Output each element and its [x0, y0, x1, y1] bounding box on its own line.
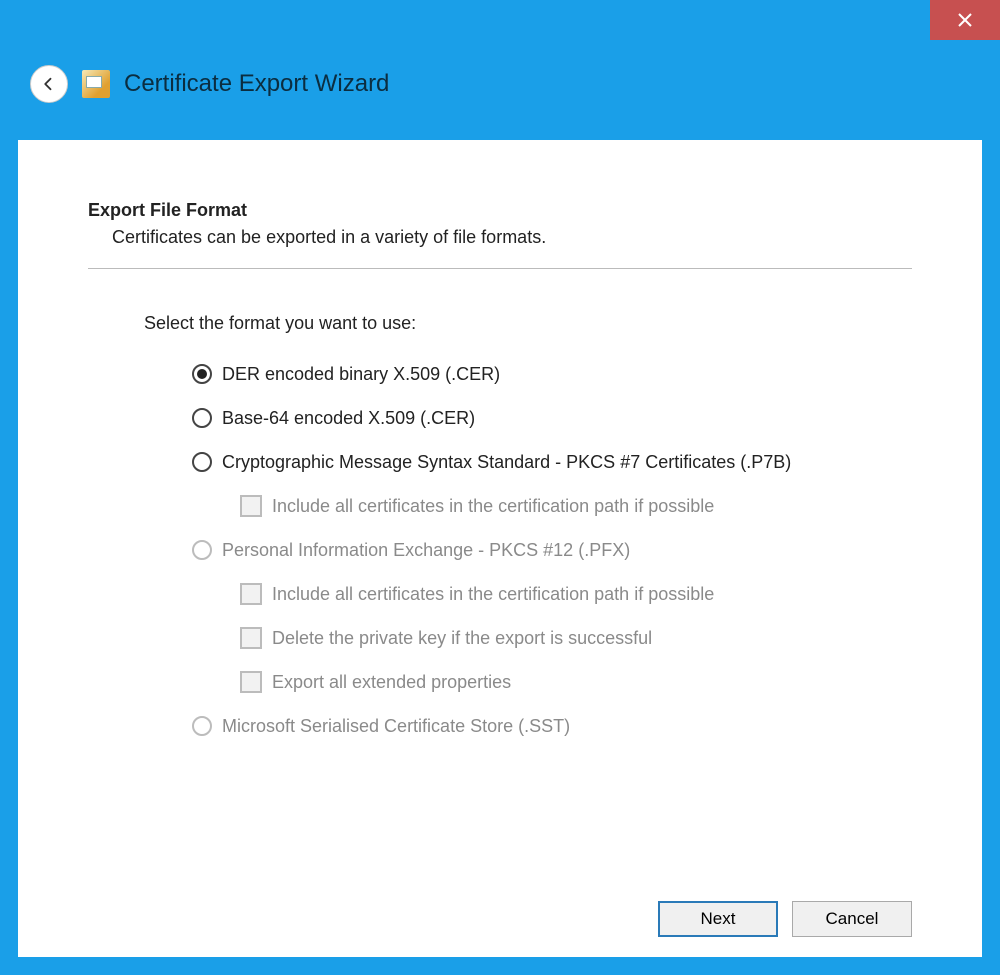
section-title: Export File Format	[88, 200, 912, 221]
back-button[interactable]	[30, 65, 68, 103]
close-icon	[957, 12, 973, 28]
radio-sst-label: Microsoft Serialised Certificate Store (…	[222, 716, 570, 737]
check-pfx-delete-key: Delete the private key if the export is …	[240, 618, 912, 658]
checkbox-icon	[240, 671, 262, 693]
back-arrow-icon	[40, 75, 58, 93]
radio-base64-label: Base-64 encoded X.509 (.CER)	[222, 408, 475, 429]
section-description: Certificates can be exported in a variet…	[112, 227, 912, 248]
check-pfx-include-path: Include all certificates in the certific…	[240, 574, 912, 614]
check-pkcs7-include-path-label: Include all certificates in the certific…	[272, 496, 714, 517]
radio-icon	[192, 540, 212, 560]
check-pfx-export-ext-label: Export all extended properties	[272, 672, 511, 693]
format-options: DER encoded binary X.509 (.CER) Base-64 …	[192, 354, 912, 746]
next-button[interactable]: Next	[658, 901, 778, 937]
checkbox-icon	[240, 583, 262, 605]
radio-pkcs7-label: Cryptographic Message Syntax Standard - …	[222, 452, 791, 473]
radio-icon	[192, 716, 212, 736]
radio-pkcs7[interactable]: Cryptographic Message Syntax Standard - …	[192, 442, 912, 482]
radio-pfx: Personal Information Exchange - PKCS #12…	[192, 530, 912, 570]
radio-der[interactable]: DER encoded binary X.509 (.CER)	[192, 354, 912, 394]
radio-icon	[192, 452, 212, 472]
format-prompt: Select the format you want to use:	[144, 313, 912, 334]
radio-base64[interactable]: Base-64 encoded X.509 (.CER)	[192, 398, 912, 438]
radio-der-label: DER encoded binary X.509 (.CER)	[222, 364, 500, 385]
radio-icon	[192, 364, 212, 384]
close-button[interactable]	[930, 0, 1000, 40]
check-pfx-export-ext: Export all extended properties	[240, 662, 912, 702]
wizard-title: Certificate Export Wizard	[124, 70, 389, 98]
wizard-window: Certificate Export Wizard Export File Fo…	[0, 0, 1000, 975]
radio-sst: Microsoft Serialised Certificate Store (…	[192, 706, 912, 746]
radio-pfx-label: Personal Information Exchange - PKCS #12…	[222, 540, 630, 561]
checkbox-icon	[240, 627, 262, 649]
header-row: Certificate Export Wizard	[0, 50, 1000, 128]
certificate-wizard-icon	[82, 70, 110, 98]
radio-icon	[192, 408, 212, 428]
divider	[88, 268, 912, 269]
titlebar	[0, 0, 1000, 50]
cancel-button[interactable]: Cancel	[792, 901, 912, 937]
check-pfx-delete-key-label: Delete the private key if the export is …	[272, 628, 652, 649]
content-pane: Export File Format Certificates can be e…	[18, 140, 982, 957]
checkbox-icon	[240, 495, 262, 517]
button-bar: Next Cancel	[88, 883, 912, 937]
check-pfx-include-path-label: Include all certificates in the certific…	[272, 584, 714, 605]
check-pkcs7-include-path: Include all certificates in the certific…	[240, 486, 912, 526]
